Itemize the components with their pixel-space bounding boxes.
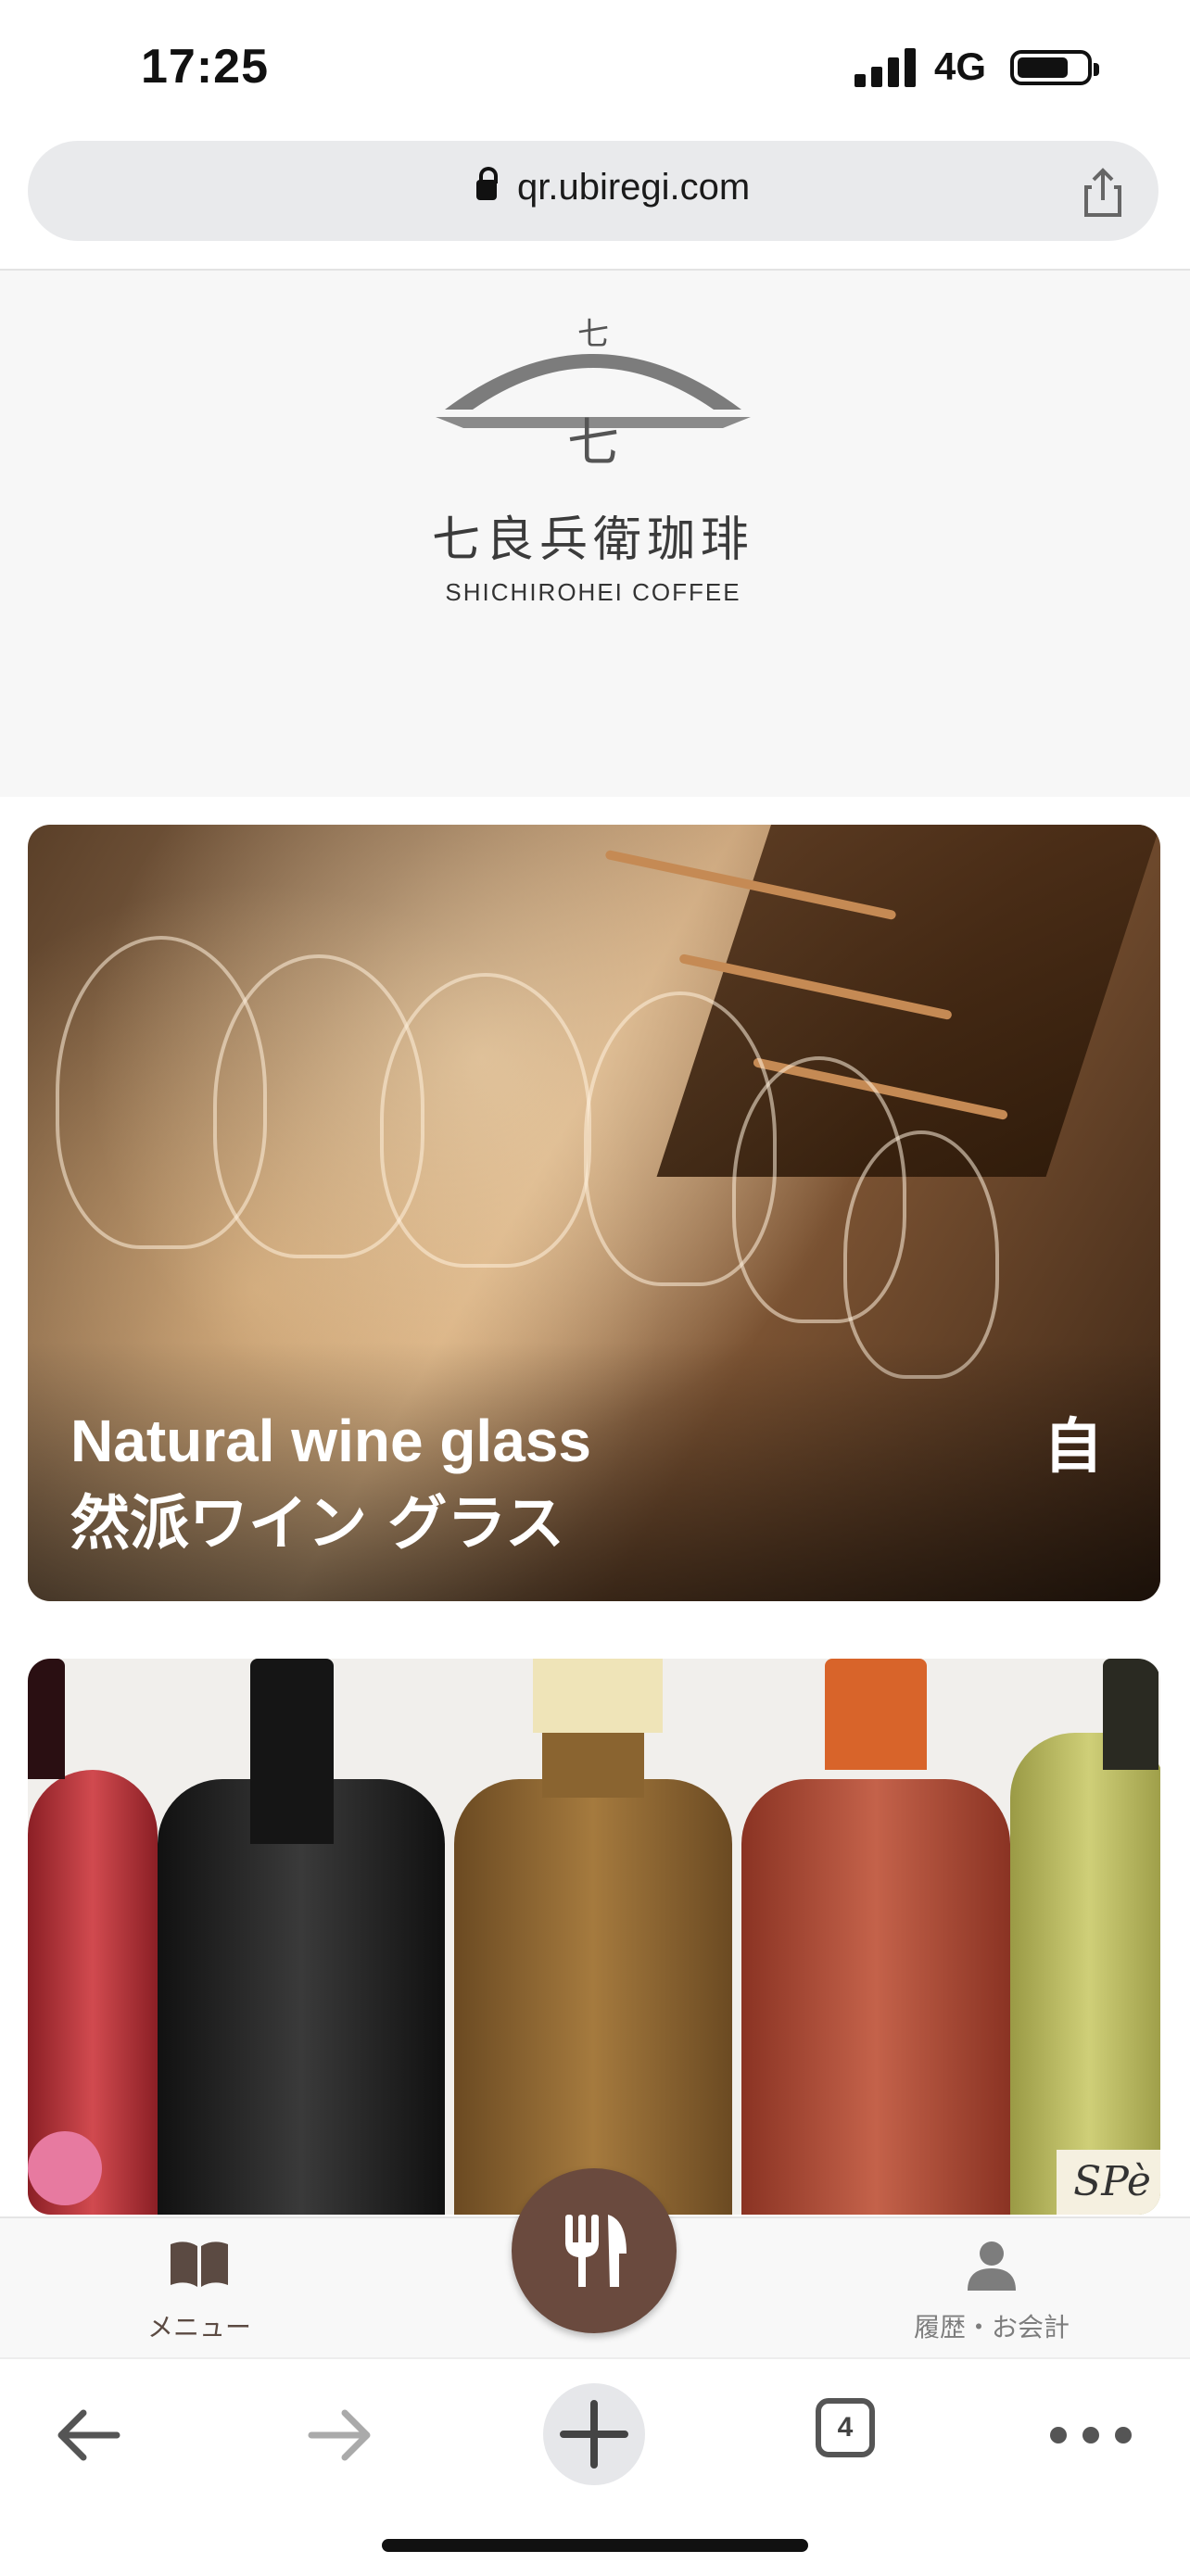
user-icon <box>968 2241 1016 2291</box>
wine-bottle <box>454 1779 732 2215</box>
fork-knife-icon <box>565 2215 627 2287</box>
card-title-ja: 然派ワイン グラス <box>70 1490 565 1559</box>
signal-icon <box>855 48 919 87</box>
bottle-label: SPè <box>1057 2150 1160 2215</box>
status-time: 17:25 <box>141 40 269 94</box>
order-fab-button[interactable] <box>512 2168 677 2333</box>
logo-roman: SHICHIROHEI COFFEE <box>445 578 741 606</box>
tab-bill-label: 履歴・お会計 <box>913 2312 1070 2342</box>
tabs-count-button[interactable]: 4 <box>816 2398 875 2457</box>
battery-icon <box>1010 50 1099 85</box>
bottle-neck <box>825 1659 927 1770</box>
svg-text:七: 七 <box>567 413 619 474</box>
back-arrow-icon[interactable] <box>52 2398 126 2472</box>
tab-history-bill[interactable]: 履歴・お会計 <box>890 2239 1094 2344</box>
tab-menu[interactable]: メニュー <box>130 2239 269 2344</box>
menu-category-card[interactable]: Natural wine glass 然派ワイン グラス 自 <box>28 825 1160 1601</box>
more-icon[interactable] <box>1040 2398 1142 2472</box>
store-logo: 七 七 七良兵衛珈琲 SHICHIROHEI COFFEE <box>408 298 779 606</box>
status-bar: 17:25 4G <box>0 0 1190 139</box>
lock-icon <box>476 167 498 200</box>
share-icon[interactable] <box>1075 165 1131 221</box>
wine-bottle <box>741 1779 1010 2215</box>
wine-glass <box>380 973 591 1268</box>
card-title: Natural wine glass 然派ワイン グラス <box>70 1399 591 1566</box>
plus-icon <box>560 2400 628 2469</box>
store-header: 七 七 七良兵衛珈琲 SHICHIROHEI COFFEE <box>0 271 1190 797</box>
menu-category-card[interactable]: SPè <box>28 1659 1160 2215</box>
bottle-neck <box>1103 1659 1158 1770</box>
pink-sticker <box>28 2131 102 2205</box>
bottle-neck <box>28 1659 65 1779</box>
tab-menu-label: メニュー <box>146 2312 251 2342</box>
card-title-en: Natural wine glass <box>70 1408 591 1474</box>
home-indicator[interactable] <box>382 2539 808 2552</box>
forward-arrow-icon[interactable] <box>302 2398 376 2472</box>
roof-logo-icon: 七 七 <box>436 316 751 474</box>
network-type: 4G <box>934 44 987 88</box>
svg-text:七: 七 <box>577 316 609 353</box>
bottle-cap-paper <box>533 1659 663 1733</box>
new-tab-button[interactable] <box>543 2383 645 2485</box>
card-side-char: 自 <box>1044 1413 1103 1482</box>
url-text: qr.ubiregi.com <box>517 167 751 208</box>
logo-kanji: 七良兵衛珈琲 <box>431 512 754 568</box>
wine-bottle <box>1010 1733 1160 2215</box>
address-bar[interactable]: qr.ubiregi.com <box>28 141 1158 241</box>
book-icon <box>171 2241 228 2287</box>
wine-bottle <box>158 1779 445 2215</box>
bottle-neck <box>250 1659 334 1844</box>
